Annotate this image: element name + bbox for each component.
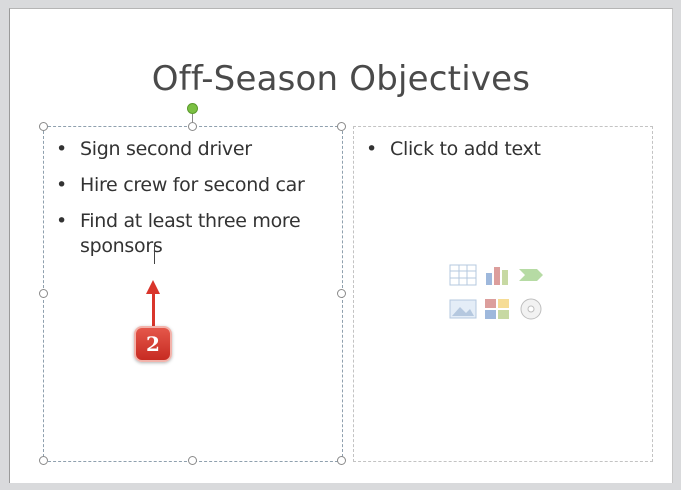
resize-handle-bottom-left[interactable] [39, 456, 48, 465]
clipart-icon[interactable] [483, 297, 511, 321]
bullet-item[interactable]: Sign second driver [54, 137, 338, 162]
bullet-item[interactable]: Find at least three more sponsors [54, 209, 338, 259]
resize-handle-top-right[interactable] [337, 122, 346, 131]
smartart-icon[interactable] [517, 263, 545, 287]
resize-handle-middle-right[interactable] [337, 289, 346, 298]
resize-handle-top-center[interactable] [188, 122, 197, 131]
rotation-handle[interactable] [187, 103, 198, 114]
resize-handle-top-left[interactable] [39, 122, 48, 131]
content-placeholder-right[interactable]: Click to add text [353, 126, 653, 462]
chart-icon[interactable] [483, 263, 511, 287]
text-cursor [154, 246, 155, 264]
slide-canvas: Off-Season Objectives Sign second driver… [9, 8, 673, 483]
callout-arrow-head [146, 280, 160, 294]
media-icon[interactable] [517, 297, 545, 321]
step-number-badge: 2 [134, 326, 172, 362]
placeholder-prompt[interactable]: Click to add text [364, 137, 648, 162]
content-icon-grid [449, 263, 549, 327]
placeholder-bullet-list: Click to add text [364, 137, 648, 173]
bullet-item[interactable]: Hire crew for second car [54, 173, 338, 198]
bullet-list: Sign second driver Hire crew for second … [54, 137, 338, 270]
resize-handle-middle-left[interactable] [39, 289, 48, 298]
slide-title[interactable]: Off-Season Objectives [10, 59, 672, 99]
picture-icon[interactable] [449, 297, 477, 321]
resize-handle-bottom-center[interactable] [188, 456, 197, 465]
table-icon[interactable] [449, 263, 477, 287]
callout-arrow-shaft [152, 293, 155, 327]
resize-handle-bottom-right[interactable] [337, 456, 346, 465]
content-placeholder-left[interactable]: Sign second driver Hire crew for second … [43, 126, 343, 462]
